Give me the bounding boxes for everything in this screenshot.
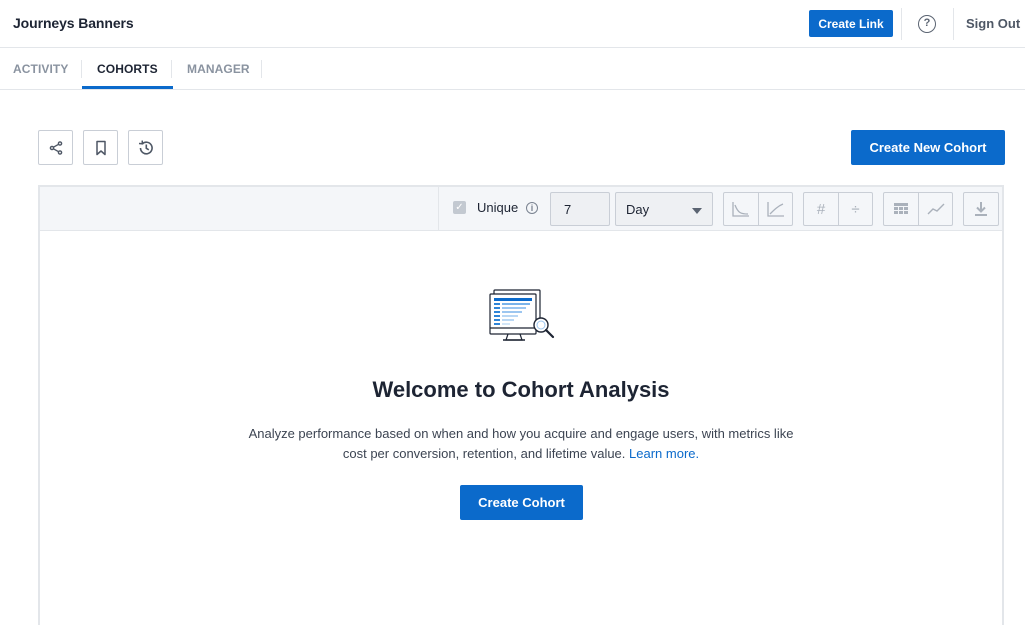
count-button[interactable]: # — [804, 193, 838, 225]
bookmark-button[interactable] — [83, 130, 118, 165]
cohort-analysis-illustration-icon — [489, 289, 555, 341]
share-button[interactable] — [38, 130, 73, 165]
header-divider — [901, 8, 902, 40]
curve-toggle-group — [723, 192, 793, 226]
tab-cohorts[interactable]: COHORTS — [82, 49, 173, 89]
share-icon — [49, 140, 62, 155]
table-view-button[interactable] — [884, 193, 918, 225]
create-link-button[interactable]: Create Link — [809, 10, 893, 37]
history-icon — [138, 140, 153, 155]
create-cohort-button[interactable]: Create Cohort — [460, 485, 583, 520]
line-chart-icon — [927, 203, 944, 215]
toolbar-divider — [438, 187, 439, 231]
tab-manager[interactable]: MANAGER — [187, 49, 250, 89]
download-group — [963, 192, 999, 226]
retention-curve-up-button[interactable] — [758, 193, 792, 225]
empty-state-description: Analyze performance based on when and ho… — [235, 424, 807, 464]
period-count-input[interactable] — [550, 192, 610, 226]
unique-label: Unique — [477, 200, 519, 215]
chevron-down-icon — [692, 208, 702, 214]
history-button[interactable] — [128, 130, 163, 165]
view-mode-group — [883, 192, 953, 226]
empty-state-title: Welcome to Cohort Analysis — [372, 377, 670, 402]
divide-icon: ÷ — [851, 200, 860, 218]
cohort-panel: ✓ Unique i Day # — [38, 185, 1004, 625]
cohort-toolbar: ✓ Unique i Day # — [40, 187, 1002, 231]
learn-more-link[interactable]: Learn more. — [629, 446, 699, 461]
create-new-cohort-button[interactable]: Create New Cohort — [851, 130, 1005, 165]
retention-curve-down-button[interactable] — [724, 193, 758, 225]
count-hash-icon: # — [816, 200, 826, 218]
retention-curve-up-icon — [766, 202, 784, 217]
unique-checkbox[interactable]: ✓ — [453, 201, 466, 214]
value-mode-group: # ÷ — [803, 192, 873, 226]
bookmark-icon — [95, 140, 106, 155]
divide-button[interactable]: ÷ — [838, 193, 872, 225]
tab-divider — [171, 60, 172, 78]
period-unit-select[interactable]: Day — [615, 192, 713, 226]
tab-divider — [261, 60, 262, 78]
description-text: Analyze performance based on when and ho… — [248, 426, 794, 461]
header-divider — [953, 8, 954, 40]
period-unit-value: Day — [626, 202, 650, 217]
chart-view-button[interactable] — [918, 193, 952, 225]
tab-activity[interactable]: ACTIVITY — [13, 49, 68, 89]
retention-curve-down-icon — [732, 202, 749, 217]
top-header: Journeys Banners Create Link ? Sign Out — [0, 0, 1025, 48]
tab-bar: ACTIVITY COHORTS MANAGER — [0, 49, 1025, 90]
sign-out-link[interactable]: Sign Out — [966, 16, 1020, 31]
download-icon — [975, 202, 987, 216]
question-circle-icon[interactable]: ? — [918, 15, 936, 33]
table-grid-icon — [894, 203, 908, 214]
info-icon[interactable]: i — [526, 202, 538, 214]
app-title: Journeys Banners — [13, 15, 134, 31]
download-button[interactable] — [964, 193, 998, 225]
